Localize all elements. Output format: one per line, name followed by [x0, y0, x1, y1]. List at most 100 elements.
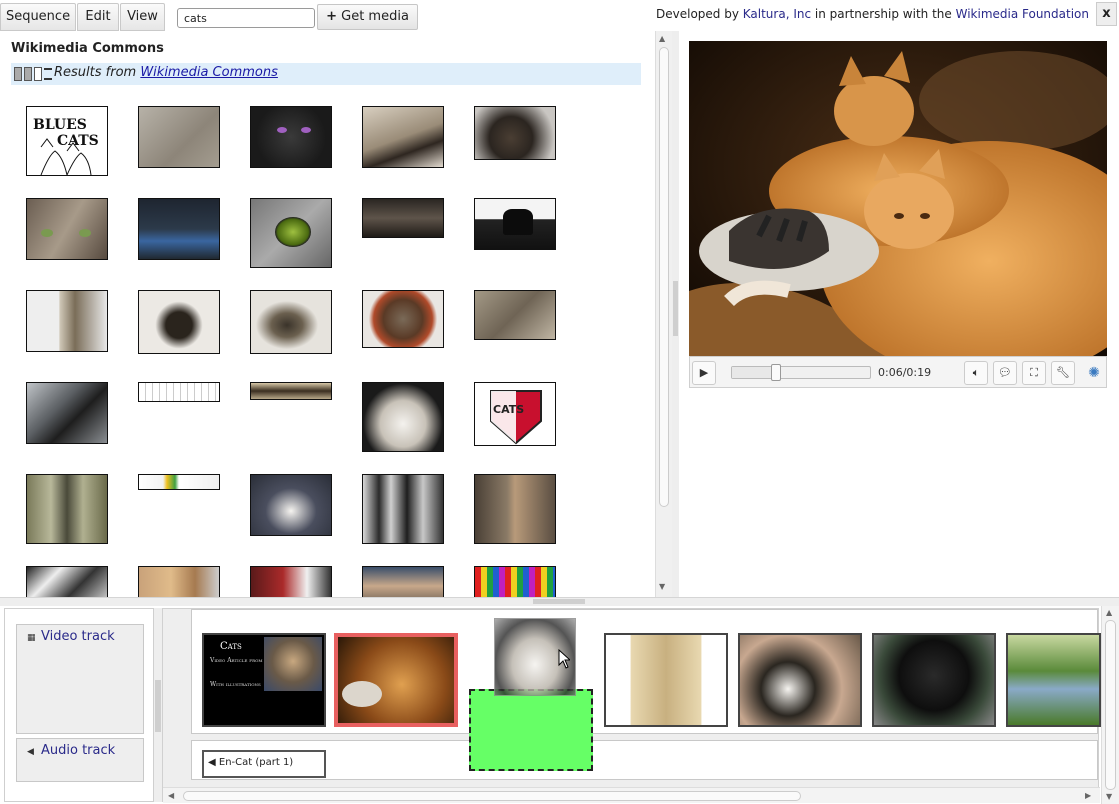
media-source-title: Wikimedia Commons — [11, 41, 164, 56]
media-thumbnail[interactable] — [26, 290, 108, 352]
scroll-down-icon[interactable]: ▼ — [1106, 792, 1112, 801]
scrollbar-thumb[interactable] — [659, 47, 669, 507]
media-thumbnail[interactable] — [362, 106, 444, 168]
seek-bar[interactable] — [731, 364, 871, 381]
media-results-pane: Wikimedia Commons Results from Wikimedia… — [0, 31, 674, 597]
speaker-icon: ◀︎ — [208, 757, 219, 768]
speaker-icon: ◀︎ — [27, 747, 34, 757]
timeline-horizontal-scrollbar[interactable]: ◀ ▶ — [163, 787, 1100, 803]
scroll-right-icon[interactable]: ▶ — [1085, 791, 1091, 800]
scrollbar-thumb[interactable] — [183, 791, 801, 801]
media-thumbnail[interactable] — [250, 474, 332, 536]
media-thumbnail[interactable] — [362, 566, 444, 597]
results-header: Results from Wikimedia Commons — [11, 63, 641, 85]
media-thumbnail[interactable] — [474, 474, 556, 544]
menu-edit[interactable]: Edit — [77, 3, 119, 31]
credit-middle: in partnership with the — [811, 7, 956, 21]
media-thumbnail[interactable] — [362, 474, 444, 544]
scroll-left-icon[interactable]: ◀ — [168, 791, 174, 800]
video-frame — [689, 41, 1107, 356]
media-thumbnail[interactable] — [474, 198, 556, 250]
audio-clip[interactable]: ◀︎ En-Cat (part 1) — [202, 750, 326, 778]
audio-track-header[interactable]: ◀︎ Audio track — [16, 738, 144, 782]
media-thumbnail[interactable] — [362, 198, 444, 238]
play-button[interactable]: ▶ — [692, 361, 716, 385]
media-thumbnail[interactable] — [362, 382, 444, 452]
media-thumbnail[interactable] — [474, 290, 556, 340]
mouse-cursor-icon — [558, 649, 570, 669]
media-thumbnail[interactable] — [138, 106, 220, 168]
media-thumbnail[interactable] — [474, 106, 556, 160]
media-thumbnail[interactable] — [26, 198, 108, 260]
timeline-vertical-scrollbar[interactable]: ▲ ▼ — [1101, 606, 1119, 804]
kaltura-link[interactable]: Kaltura, Inc — [743, 7, 811, 21]
media-search-input[interactable] — [177, 8, 315, 28]
credit-text: Developed by Kaltura, Inc in partnership… — [656, 7, 1089, 21]
fullscreen-icon: ⛶ — [1030, 366, 1038, 379]
media-thumbnail[interactable] — [138, 566, 220, 597]
results-scrollbar[interactable]: ▲ ▼ — [655, 31, 672, 597]
time-display: 0:06/0:19 — [878, 366, 932, 379]
svg-text:CATS: CATS — [57, 133, 99, 149]
drop-target[interactable] — [469, 689, 593, 771]
pane-splitter[interactable] — [672, 31, 679, 597]
media-thumbnail[interactable] — [26, 566, 108, 597]
media-thumbnail[interactable] — [26, 382, 108, 444]
timeline-clip-selected[interactable] — [334, 633, 458, 727]
close-icon[interactable]: x — [1096, 2, 1117, 26]
media-thumbnail[interactable] — [138, 290, 220, 354]
audio-track-name[interactable]: ◀︎ Audio track — [27, 743, 115, 758]
get-media-button[interactable]: + Get media — [317, 4, 418, 30]
media-thumbnail[interactable] — [250, 290, 332, 354]
scrollbar-thumb[interactable] — [1105, 620, 1116, 790]
media-thumbnail[interactable] — [250, 106, 332, 168]
wikimedia-foundation-link[interactable]: Wikimedia Foundation — [956, 7, 1089, 21]
timeline-clip[interactable]: Cats Video Article from With illustratio… — [202, 633, 326, 727]
volume-button[interactable]: 🔈︎ — [964, 361, 988, 385]
speech-bubble-icon: 💬︎ — [998, 366, 1012, 379]
track-splitter[interactable] — [154, 608, 162, 802]
credit-prefix: Developed by — [656, 7, 743, 21]
fullscreen-button[interactable]: ⛶ — [1022, 361, 1046, 385]
media-thumbnail[interactable] — [138, 382, 220, 402]
sequence-timeline: Cats Video Article from With illustratio… — [162, 608, 1101, 803]
play-icon: ▶ — [699, 366, 709, 379]
timeline-clip[interactable] — [604, 633, 728, 727]
media-thumbnail[interactable] — [138, 474, 220, 490]
video-track-label: Video track — [41, 629, 115, 644]
media-thumbnail[interactable] — [26, 474, 108, 544]
menu-view[interactable]: View — [120, 3, 165, 31]
media-thumbnail[interactable] — [250, 566, 332, 597]
wrench-icon: 🔧︎ — [1056, 366, 1070, 379]
timeline-area: ▦ Video track ◀︎ Audio track Cats Video Ar… — [0, 606, 1119, 804]
scroll-down-icon[interactable]: ▼ — [659, 582, 665, 591]
title-card-heading: Cats — [220, 641, 242, 652]
scroll-up-icon[interactable]: ▲ — [1106, 608, 1112, 617]
timeline-clip[interactable] — [872, 633, 996, 727]
svg-text:BLUES: BLUES — [33, 117, 87, 133]
player-pane: ▶ 0:06/0:19 🔈︎ 💬︎ ⛶ 🔧︎ ✺ — [679, 31, 1119, 597]
media-thumbnail[interactable]: BLUES CATS — [26, 106, 108, 176]
media-thumbnail[interactable] — [138, 198, 220, 260]
media-thumbnail[interactable] — [250, 198, 332, 268]
kaltura-logo-icon[interactable]: ✺ — [1082, 361, 1106, 385]
results-prefix: Results from — [54, 65, 141, 80]
seek-progress — [732, 367, 777, 378]
options-button[interactable]: 🔧︎ — [1051, 361, 1075, 385]
video-track-header[interactable]: ▦ Video track — [16, 624, 144, 734]
video-track-name[interactable]: ▦ Video track — [27, 629, 115, 644]
seek-handle[interactable] — [771, 364, 782, 381]
commons-link[interactable]: Wikimedia Commons — [140, 65, 278, 80]
audio-clip-label: En-Cat (part 1) — [218, 757, 294, 768]
media-thumbnail[interactable] — [250, 382, 332, 400]
media-thumbnail[interactable]: CATS — [474, 382, 556, 446]
timeline-clip[interactable] — [1006, 633, 1101, 727]
horizontal-splitter[interactable] — [0, 597, 1119, 606]
media-thumbnail[interactable] — [474, 566, 556, 597]
menu-sequence[interactable]: Sequence — [0, 3, 76, 31]
captions-button[interactable]: 💬︎ — [993, 361, 1017, 385]
timeline-clip[interactable] — [738, 633, 862, 727]
layout-toggle-icon[interactable] — [14, 66, 52, 82]
scroll-up-icon[interactable]: ▲ — [659, 34, 665, 43]
media-thumbnail[interactable] — [362, 290, 444, 348]
